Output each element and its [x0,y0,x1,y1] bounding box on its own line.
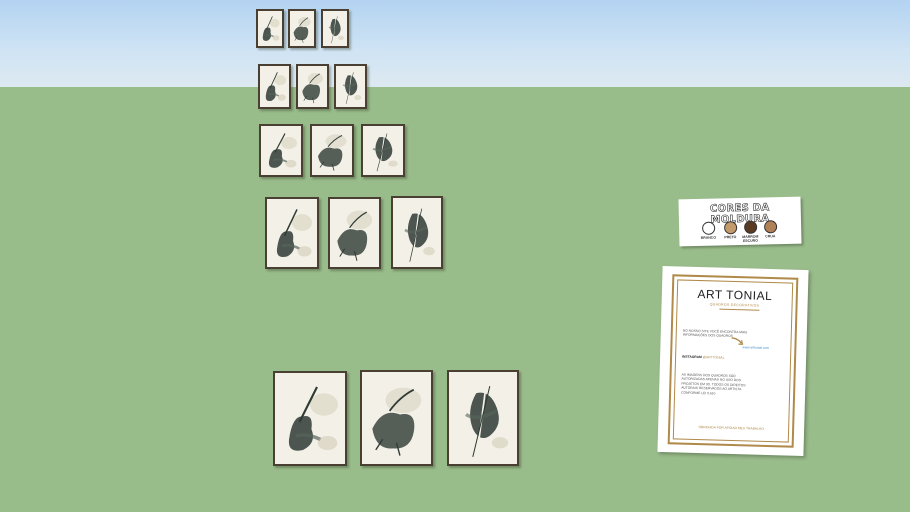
poster-underline [719,308,760,311]
abstract-ink-artwork [260,66,289,107]
frame-row2-right[interactable] [334,64,367,109]
poster-inner-border: ART TONIAL QUADROS DECORATIVOS NO NOSSO … [672,279,794,443]
frame-row5-middle[interactable] [360,370,433,466]
frame-row3-left[interactable] [259,124,303,177]
frame-colors-sign: CORES DA MOLDURA BRANCO PRETO MARROM ESC… [678,196,802,247]
swatch-circle [743,220,757,234]
frame-row1-left[interactable] [256,9,284,48]
abstract-ink-artwork [312,126,352,175]
abstract-ink-artwork [258,11,282,46]
swatch-circle [723,221,737,235]
abstract-ink-artwork [261,126,301,175]
swatch-circle [763,220,777,234]
frame-row4-left[interactable] [265,197,319,269]
sky-background [0,0,910,87]
frame-row3-right[interactable] [361,124,405,177]
swatch-label: CRUA [765,234,776,239]
abstract-ink-artwork [267,199,317,267]
frame-row5-right[interactable] [447,370,519,466]
frame-row2-middle[interactable] [296,64,329,109]
abstract-ink-artwork [393,198,441,267]
brand-poster: ART TONIAL QUADROS DECORATIVOS NO NOSSO … [657,265,809,457]
poster-footer: OBRIGADA POR APOIAR MEU TRABALHO [698,425,764,431]
instagram-label: INSTAGRAM [682,354,702,360]
abstract-ink-artwork [449,372,517,464]
abstract-ink-artwork [323,11,347,46]
frame-row1-middle[interactable] [288,9,316,48]
poster-border: ART TONIAL QUADROS DECORATIVOS NO NOSSO … [667,274,799,448]
frame-row2-left[interactable] [258,64,291,109]
abstract-ink-artwork [336,66,365,107]
poster-instagram[interactable]: INSTAGRAM @ARTTONIAL [682,355,724,361]
swatch-circle [701,221,715,235]
abstract-ink-artwork [290,11,314,46]
swatch-label: BRANCO [700,235,717,240]
frame-row1-right[interactable] [321,9,349,48]
frame-row4-middle[interactable] [328,197,381,269]
frame-row4-right[interactable] [391,196,443,269]
poster-website-link[interactable]: www.arttonial.com [742,345,769,350]
frame-row3-middle[interactable] [310,124,354,177]
abstract-ink-artwork [363,126,403,175]
abstract-ink-artwork [362,372,431,464]
frame-row5-left[interactable] [273,371,347,466]
abstract-ink-artwork [330,199,379,267]
swatch-white[interactable]: BRANCO [696,221,720,240]
poster-rights-text: AS IMAGENS DOS QUADROS SÃO AUTORIZADAS A… [681,372,746,396]
abstract-ink-artwork [275,373,345,464]
swatch-raw[interactable]: CRUA [758,220,782,239]
instagram-handle: @ARTTONIAL [702,355,725,360]
abstract-ink-artwork [298,66,327,107]
